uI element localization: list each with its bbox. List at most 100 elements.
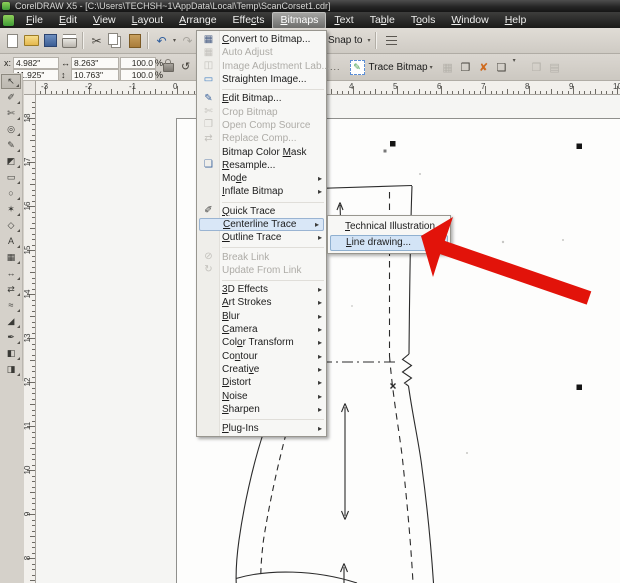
canvas-area[interactable] xyxy=(36,95,620,583)
menubar-item-arrange[interactable]: Arrange xyxy=(171,12,224,29)
lock-ratio-icon[interactable] xyxy=(163,59,174,72)
selection-handle[interactable] xyxy=(576,384,583,391)
outline-pen-tool[interactable]: ✒ xyxy=(1,330,21,345)
menubar-item-tools[interactable]: Tools xyxy=(403,12,444,29)
menubar-item-table[interactable]: Table xyxy=(362,12,403,29)
menu-item-quick-trace[interactable]: Quick Trace xyxy=(197,205,326,218)
horizontal-ruler[interactable]: -3-2-1012345678910 xyxy=(36,81,620,95)
freehand-tool[interactable]: ✎ xyxy=(1,138,21,153)
submenu-item-technical-illustration[interactable]: Technical Illustration... xyxy=(328,218,450,235)
toolbar-options-icon[interactable] xyxy=(386,36,398,45)
dimension-tool[interactable]: ↔ xyxy=(1,266,21,281)
menu-item-straighten-image[interactable]: Straighten Image... xyxy=(197,73,326,86)
menu-item-art-strokes[interactable]: Art Strokes ▸ xyxy=(197,296,326,309)
menubar-item-bitmaps[interactable]: Bitmaps xyxy=(272,11,327,29)
rotation-icon[interactable]: ↺ xyxy=(181,60,190,73)
menu-item-color-transform[interactable]: Color Transform ▸ xyxy=(197,336,326,349)
menu-item-centerline-trace[interactable]: Centerline Trace ▸ xyxy=(199,217,324,232)
bitmap-frame-button-caret-icon[interactable]: ▾ xyxy=(511,57,518,77)
menubar-item-help[interactable]: Help xyxy=(497,12,535,29)
toolbar-separator xyxy=(82,32,84,49)
cut-icon[interactable]: ✂ xyxy=(87,30,106,51)
menu-item-plug-ins[interactable]: Plug-Ins ▸ xyxy=(197,422,326,435)
menu-item-blur[interactable]: Blur ▸ xyxy=(197,310,326,323)
menubar-item-window[interactable]: Window xyxy=(443,12,496,29)
menu-item-camera[interactable]: Camera ▸ xyxy=(197,323,326,336)
print-icon[interactable] xyxy=(60,30,79,51)
snap-to-caret-icon[interactable]: ▾ xyxy=(365,37,372,44)
selection-handle[interactable] xyxy=(390,141,396,147)
table-tool[interactable]: ▦ xyxy=(1,250,21,265)
ruler-origin-box[interactable] xyxy=(24,81,36,95)
crop-bitmap-icon xyxy=(199,107,218,117)
polygon-tool[interactable]: ✶ xyxy=(1,202,21,217)
menu-item-bitmap-color-mask[interactable]: Bitmap Color Mask xyxy=(197,145,326,158)
bitmap-mode-button[interactable]: ✘ xyxy=(475,57,493,77)
menubar-item-text[interactable]: Text xyxy=(326,12,361,29)
vertical-ruler[interactable]: 18 17 16 15 14 13 12 11 10 9 8 xyxy=(24,95,36,583)
eyedropper-tool[interactable]: ◢ xyxy=(1,314,21,329)
menu-item-open-comp-source[interactable]: Open Comp Source xyxy=(197,119,326,132)
submenu-item-line-drawing[interactable]: Line drawing... xyxy=(330,234,448,251)
menubar-item-view[interactable]: View xyxy=(85,12,124,29)
menubar-item-edit[interactable]: Edit xyxy=(51,12,85,29)
scale-v-field[interactable]: 100.0 xyxy=(120,69,156,81)
menu-item-3d-effects[interactable]: 3D Effects ▸ xyxy=(197,283,326,296)
menu-item-convert-to-bitmap[interactable]: Convert to Bitmap... xyxy=(197,33,326,46)
snap-to-button[interactable]: Snap to xyxy=(328,35,362,46)
crop-tool[interactable]: ✄ xyxy=(1,106,21,121)
menu-item-mode[interactable]: Mode ▸ xyxy=(197,172,326,185)
new-document-icon[interactable] xyxy=(3,30,22,51)
menubar-item-effects[interactable]: Effects xyxy=(225,12,273,29)
blend-tool[interactable]: ≈ xyxy=(1,298,21,313)
pick-tool[interactable]: ↖ xyxy=(1,74,21,89)
copy-icon[interactable] xyxy=(106,30,125,51)
bitmap-unlink-button[interactable]: ▤ xyxy=(546,57,564,77)
fill-tool[interactable]: ◧ xyxy=(1,346,21,361)
menu-item-outline-trace[interactable]: Outline Trace ▸ xyxy=(197,231,326,244)
menu-item-edit-bitmap[interactable]: Edit Bitmap... xyxy=(197,92,326,105)
menu-item-replace-comp[interactable]: Replace Comp... xyxy=(197,132,326,145)
rectangle-tool[interactable]: ▭ xyxy=(1,170,21,185)
connector-tool[interactable]: ⇄ xyxy=(1,282,21,297)
menu-item-resample[interactable]: Resample... xyxy=(197,159,326,172)
paste-icon[interactable] xyxy=(125,30,144,51)
ruler-number: 12 xyxy=(24,377,32,387)
menu-item-auto-adjust[interactable]: Auto Adjust xyxy=(197,46,326,59)
menu-item-update-from-link[interactable]: Update From Link xyxy=(197,264,326,277)
menubar-item-file[interactable]: File xyxy=(18,12,51,29)
menu-item-break-link[interactable]: Break Link xyxy=(197,250,326,263)
basic-shapes-tool[interactable]: ◇ xyxy=(1,218,21,233)
selection-handle[interactable] xyxy=(576,143,583,150)
undo-icon[interactable]: ↶ xyxy=(152,30,171,51)
menu-item-distort[interactable]: Distort ▸ xyxy=(197,376,326,389)
edit-bitmap-button[interactable]: ▦ xyxy=(439,57,457,77)
shape-tool[interactable]: ✐ xyxy=(1,90,21,105)
menu-item-creative[interactable]: Creative ▸ xyxy=(197,363,326,376)
text-tool[interactable]: A xyxy=(1,234,21,249)
bitmap-frame-button[interactable]: ❏ xyxy=(493,57,511,77)
corel-draw-window: { "window": { "title": "CorelDRAW X5 - [… xyxy=(0,0,620,583)
menu-item-contour[interactable]: Contour ▸ xyxy=(197,350,326,363)
smart-fill-tool[interactable]: ◩ xyxy=(1,154,21,169)
menubar-item-layout[interactable]: Layout xyxy=(124,12,172,29)
x-position-field[interactable]: 4.982" xyxy=(13,57,59,69)
trace-bitmap-button[interactable]: ✎ Trace Bitmap ▾ xyxy=(346,57,439,77)
menu-item-sharpen[interactable]: Sharpen ▸ xyxy=(197,403,326,416)
open-icon[interactable] xyxy=(22,30,41,51)
menu-item-inflate-bitmap[interactable]: Inflate Bitmap ▸ xyxy=(197,185,326,198)
object-width-field[interactable]: 8.263" xyxy=(71,57,119,69)
interactive-fill-tool[interactable]: ◨ xyxy=(1,362,21,377)
save-icon[interactable] xyxy=(41,30,60,51)
menu-item-noise[interactable]: Noise ▸ xyxy=(197,389,326,402)
menu-item-image-adjustment-lab[interactable]: Image Adjustment Lab... xyxy=(197,60,330,73)
ellipse-tool[interactable]: ○ xyxy=(1,186,21,201)
bitmap-link-button[interactable]: ❒ xyxy=(528,57,546,77)
redo-icon[interactable]: ↷ xyxy=(178,30,197,51)
object-height-field[interactable]: 10.763" xyxy=(71,69,119,81)
resample-bitmap-button[interactable]: ❐ xyxy=(457,57,475,77)
undo-caret-icon[interactable]: ▾ xyxy=(171,37,178,44)
zoom-tool[interactable]: ◎ xyxy=(1,122,21,137)
menu-item-crop-bitmap[interactable]: Crop Bitmap xyxy=(197,105,326,118)
scale-h-field[interactable]: 100.0 xyxy=(120,57,156,69)
